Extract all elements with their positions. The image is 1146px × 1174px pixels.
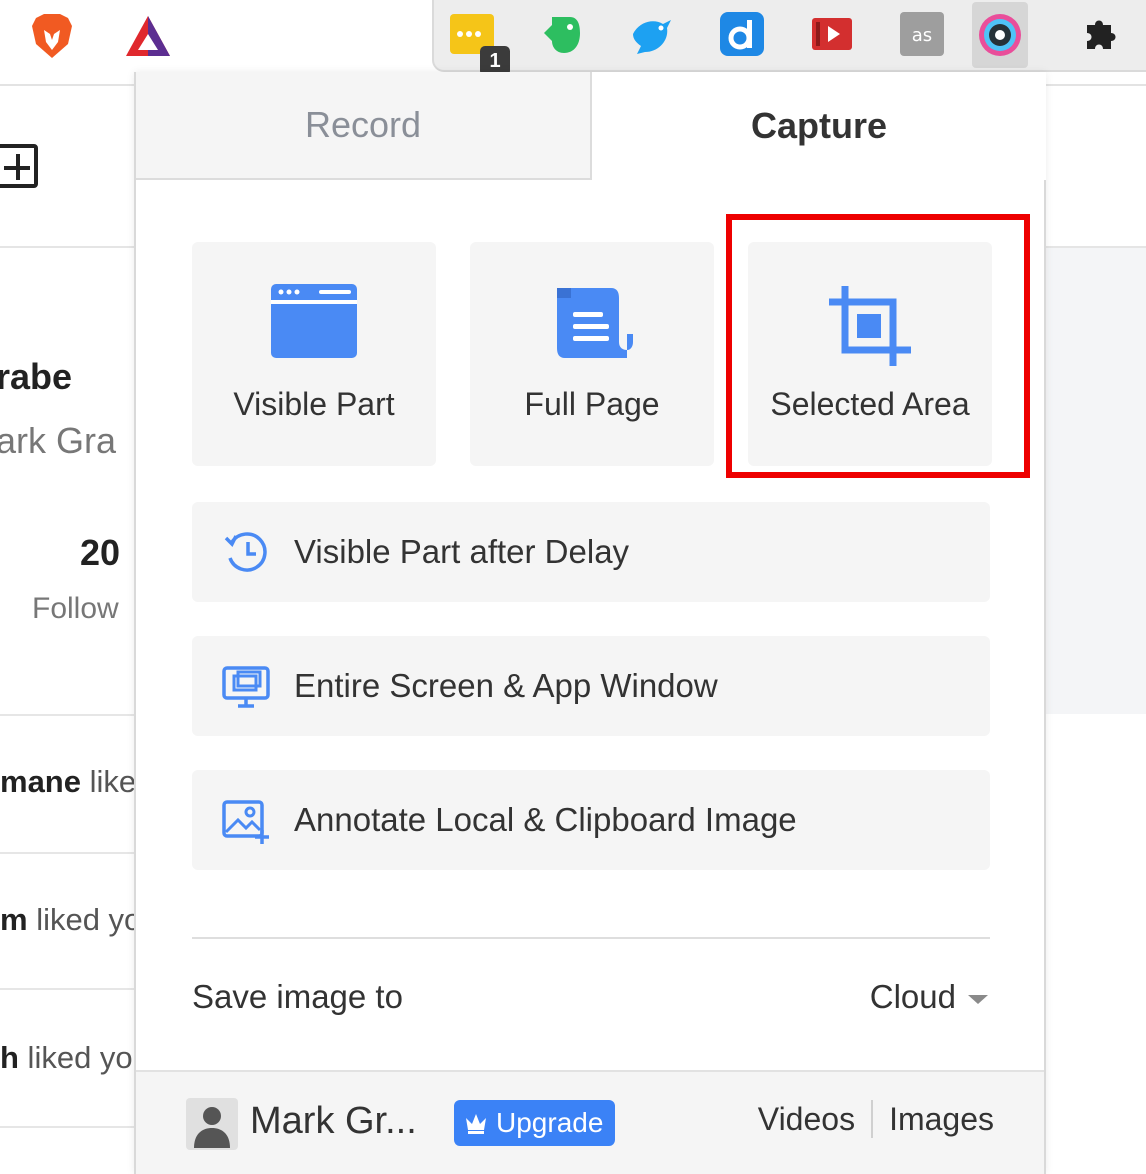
annotate-image-label: Annotate Local & Clipboard Image <box>294 801 797 838</box>
triangle-logo-icon[interactable] <box>122 10 174 62</box>
scroll-page-icon <box>549 284 635 369</box>
monitor-window-icon <box>222 664 270 710</box>
svg-text:as: as <box>912 25 932 46</box>
browser-window-icon <box>271 284 357 363</box>
activity-text: liked yo <box>18 1040 133 1075</box>
full-page-tile[interactable]: Full Page <box>470 242 714 466</box>
screenshot-extension-popup: Record Capture Visible Part Full Page Se… <box>134 72 1046 1174</box>
profile-card <box>0 248 150 714</box>
visible-part-delay-row[interactable]: Visible Part after Delay <box>192 502 990 602</box>
annotate-image-row[interactable]: Annotate Local & Clipboard Image <box>192 770 990 870</box>
puzzle-extensions-icon[interactable] <box>1074 8 1130 60</box>
add-box-icon[interactable] <box>0 144 38 188</box>
activity-divider <box>0 988 150 990</box>
save-destination-value: Cloud <box>869 978 956 1015</box>
evernote-elephant-icon[interactable] <box>534 8 590 60</box>
entire-screen-row[interactable]: Entire Screen & App Window <box>192 636 990 736</box>
profile-subtitle-fragment: ark Gra <box>0 420 117 461</box>
dictionary-d-icon[interactable] <box>714 8 770 60</box>
selected-area-tile[interactable]: Selected Area <box>748 242 992 466</box>
image-add-icon <box>222 798 270 844</box>
activity-user: m <box>0 902 28 937</box>
visible-part-label: Visible Part <box>233 386 395 422</box>
tab-record[interactable]: Record <box>136 72 592 180</box>
footer-link-separator <box>871 1100 874 1138</box>
upgrade-button[interactable]: Upgrade <box>454 1100 616 1146</box>
delay-timer-icon <box>222 530 270 576</box>
entire-screen-label: Entire Screen & App Window <box>294 667 718 704</box>
account-username[interactable]: Mark Gr... <box>250 1100 417 1143</box>
footer-links: Videos Images <box>758 1100 994 1138</box>
screenshot-stage: 1 as rabe ark Gra 20 Follow mane like m … <box>0 0 1146 1174</box>
follower-count: 20 <box>80 532 121 573</box>
tweeten-bird-icon[interactable] <box>624 8 680 60</box>
save-image-to-label: Save image to <box>192 978 403 1015</box>
activity-divider <box>0 714 150 716</box>
profile-name-fragment: rabe <box>0 356 73 397</box>
crown-icon <box>466 1114 486 1134</box>
activity-text: liked yo <box>27 902 142 937</box>
browser-toolbar-left <box>0 0 198 70</box>
activity-user: h <box>0 1040 19 1075</box>
activity-text: like <box>80 764 137 799</box>
activity-divider <box>0 1126 150 1128</box>
videos-link[interactable]: Videos <box>758 1101 855 1138</box>
tab-capture[interactable]: Capture <box>592 72 1046 180</box>
activity-item[interactable]: m liked yo <box>0 902 141 938</box>
activity-item[interactable]: mane like <box>0 764 136 800</box>
visible-part-delay-label: Visible Part after Delay <box>294 533 630 570</box>
brave-lion-icon[interactable] <box>26 10 78 62</box>
yellow-dots-extension-icon[interactable]: 1 <box>444 8 510 76</box>
activity-divider <box>0 852 150 854</box>
selected-area-label: Selected Area <box>770 386 970 422</box>
extensions-bar: 1 as <box>432 0 1146 76</box>
images-link[interactable]: Images <box>889 1101 994 1138</box>
crop-icon <box>827 284 913 373</box>
save-destination-dropdown[interactable]: Cloud <box>870 978 988 1016</box>
chevron-down-icon <box>968 994 988 1004</box>
visible-part-tile[interactable]: Visible Part <box>192 242 436 466</box>
awesome-screenshot-icon[interactable] <box>972 2 1028 68</box>
settings-divider <box>192 937 990 939</box>
popup-footer: Mark Gr... Upgrade Videos Images <box>136 1070 1044 1174</box>
red-video-extension-icon[interactable] <box>804 8 860 60</box>
full-page-label: Full Page <box>524 386 660 422</box>
avatar[interactable] <box>186 1098 238 1150</box>
lastfm-icon[interactable]: as <box>894 8 950 60</box>
upgrade-label: Upgrade <box>496 1107 604 1138</box>
activity-item[interactable]: h liked yo <box>0 1040 133 1076</box>
follower-label-fragment: Follow <box>32 592 119 625</box>
activity-user: mane <box>0 764 81 799</box>
